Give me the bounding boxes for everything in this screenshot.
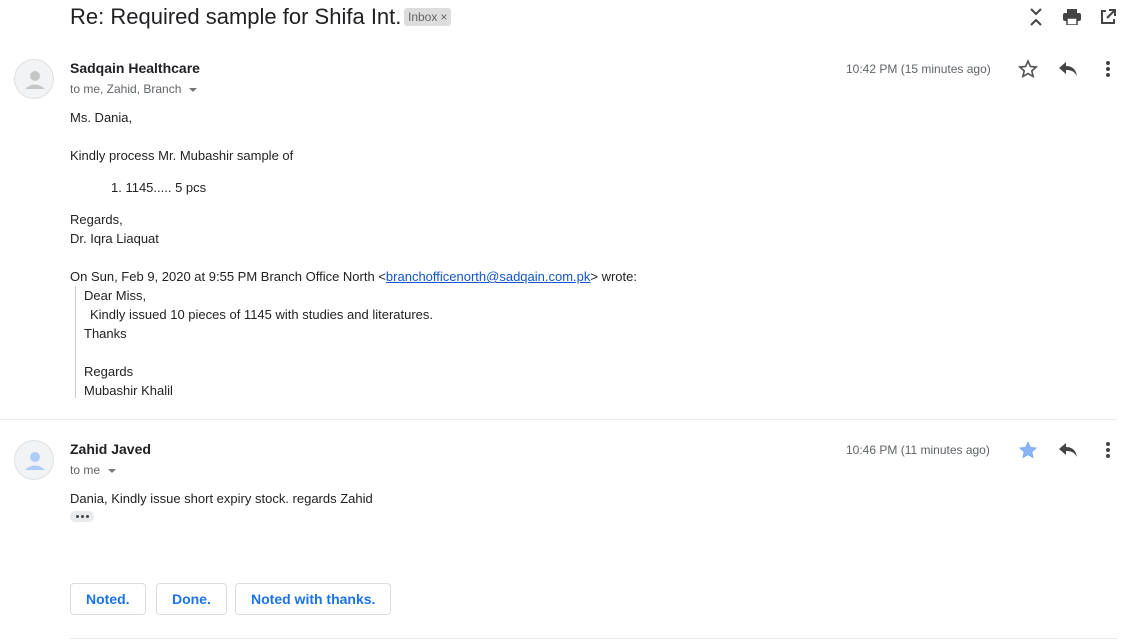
list-item: 1. 1145..... 5 pcs <box>111 180 207 195</box>
email-link[interactable]: branchofficenorth@sadqain.com.pk <box>386 269 590 284</box>
message-divider <box>0 419 1117 420</box>
ellipsis-dot <box>75 515 79 518</box>
star-icon[interactable] <box>1016 57 1040 81</box>
reply-icon[interactable] <box>1056 57 1080 81</box>
more-options-icon[interactable] <box>1096 57 1120 81</box>
message-line: Kindly process Mr. Mubashir sample of <box>70 148 294 163</box>
quoted-line: Regards <box>84 364 134 379</box>
thread-subject: Re: Required sample for Shifa Int. <box>70 4 402 29</box>
recipients-dropdown[interactable]: to me <box>70 463 117 477</box>
recipients-text: to me, Zahid, Branch <box>70 82 182 96</box>
message-line: Dania, Kindly issue short expiry stock. … <box>70 491 373 506</box>
quoted-line: Dear Miss, <box>84 288 147 303</box>
message-greeting: Ms. Dania, <box>70 110 133 125</box>
sender-avatar <box>14 440 54 480</box>
sender-avatar <box>14 59 54 99</box>
sender-name[interactable]: Zahid Javed <box>70 441 151 457</box>
quoted-line: Thanks <box>84 326 127 341</box>
default-avatar-icon <box>25 71 45 89</box>
quoted-line: Mubashir Khalil <box>84 383 173 398</box>
print-icon[interactable] <box>1061 6 1083 28</box>
show-trimmed-content-button[interactable] <box>70 511 94 522</box>
quote-header-prefix: On Sun, Feb 9, 2020 at 9:55 PM Branch Of… <box>70 269 386 284</box>
thread-header: Re: Required sample for Shifa Int. Inbox… <box>0 0 1121 36</box>
open-in-new-window-icon[interactable] <box>1097 6 1119 28</box>
quoted-message: Dear Miss, Kindly issued 10 pieces of 11… <box>75 286 555 398</box>
label-chip-inbox[interactable]: Inbox × <box>404 8 452 26</box>
more-options-icon[interactable] <box>1096 438 1120 462</box>
bottom-divider <box>70 638 1117 639</box>
default-avatar-icon <box>25 452 45 470</box>
quote-header-suffix: > wrote: <box>590 269 637 284</box>
chevron-down-icon <box>108 468 117 473</box>
recipients-text: to me <box>70 463 101 477</box>
label-chip-text: Inbox <box>408 10 438 24</box>
reply-icon[interactable] <box>1056 438 1080 462</box>
quote-header: On Sun, Feb 9, 2020 at 9:55 PM Branch Of… <box>70 269 637 284</box>
message-time: 10:46 PM (11 minutes ago) <box>846 443 990 457</box>
message-regards: Regards, <box>70 212 123 227</box>
message-signature: Dr. Iqra Liaquat <box>70 231 159 246</box>
smart-reply-noted-with-thanks[interactable]: Noted with thanks. <box>235 583 392 615</box>
sender-name[interactable]: Sadqain Healthcare <box>70 60 200 76</box>
smart-reply-done[interactable]: Done. <box>156 583 227 615</box>
star-icon-filled[interactable] <box>1016 438 1040 462</box>
ellipsis-dot <box>85 515 89 518</box>
chevron-down-icon <box>189 87 198 92</box>
recipients-dropdown[interactable]: to me, Zahid, Branch <box>70 82 198 96</box>
smart-reply-noted[interactable]: Noted. <box>70 583 146 615</box>
collapse-all-icon[interactable] <box>1025 6 1047 28</box>
quoted-line: Kindly issued 10 pieces of 1145 with stu… <box>90 307 434 322</box>
ellipsis-dot <box>80 515 84 518</box>
remove-label-icon[interactable]: × <box>440 10 447 24</box>
message-time: 10:42 PM (15 minutes ago) <box>846 62 991 76</box>
